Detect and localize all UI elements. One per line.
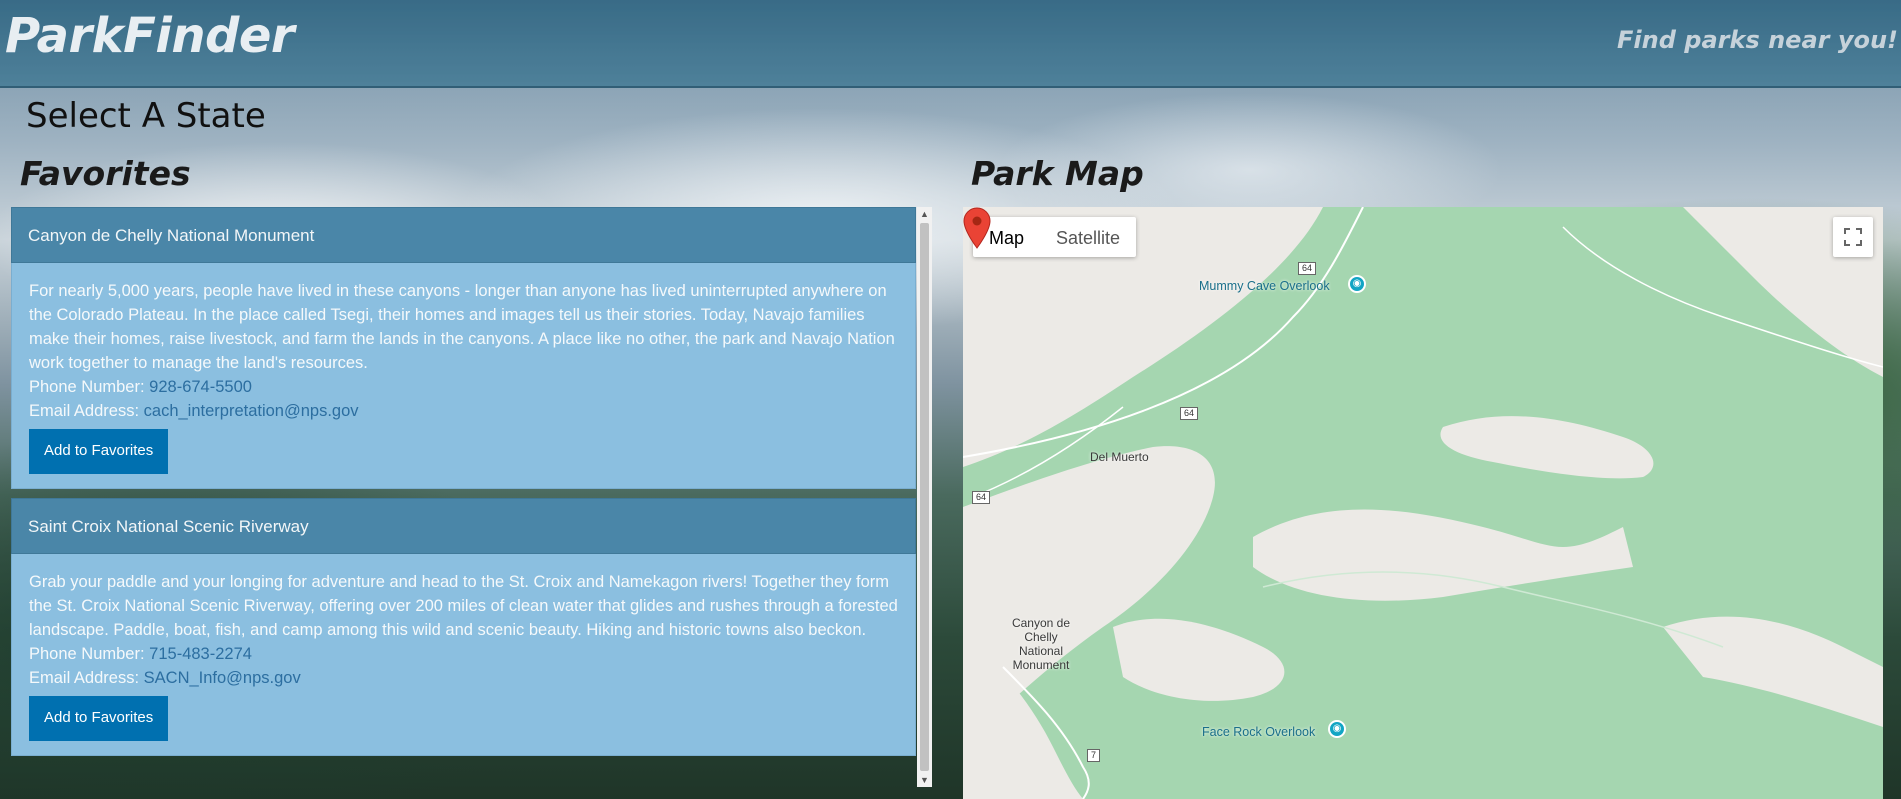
map-terrain	[963, 207, 1883, 799]
park-card-body: For nearly 5,000 years, people have live…	[11, 263, 916, 489]
park-email-row: Email Address: cach_interpretation@nps.g…	[29, 399, 899, 423]
road-shield: 64	[972, 491, 991, 504]
park-card: Canyon de Chelly National Monument For n…	[11, 207, 916, 489]
fullscreen-icon	[1844, 228, 1862, 246]
park-card-title[interactable]: Canyon de Chelly National Monument	[11, 207, 916, 263]
add-to-favorites-button[interactable]: Add to Favorites	[29, 429, 169, 474]
phone-link[interactable]: 928-674-5500	[149, 378, 252, 396]
favorites-scrollbar[interactable]: ▲ ▼	[917, 207, 932, 787]
email-link[interactable]: SACN_Info@nps.gov	[144, 669, 301, 687]
brand-logo[interactable]: ParkFinder	[5, 8, 295, 64]
camera-icon[interactable]: ◉	[1328, 720, 1346, 738]
site-header: ParkFinder Find parks near you!	[0, 0, 1901, 88]
park-description: For nearly 5,000 years, people have live…	[29, 282, 895, 372]
park-phone-row: Phone Number: 928-674-5500	[29, 375, 899, 399]
park-card-body: Grab your paddle and your longing for ad…	[11, 554, 916, 756]
park-description: Grab your paddle and your longing for ad…	[29, 573, 898, 639]
park-card: Saint Croix National Scenic Riverway Gra…	[11, 498, 916, 756]
poi-label[interactable]: Face Rock Overlook	[1202, 725, 1315, 739]
phone-link[interactable]: 715-483-2274	[149, 645, 252, 663]
tagline: Find parks near you!	[1617, 26, 1898, 54]
camera-icon[interactable]: ◉	[1348, 275, 1366, 293]
favorites-list[interactable]: Canyon de Chelly National Monument For n…	[11, 207, 933, 787]
road-shield: 7	[1087, 749, 1101, 762]
scroll-down-icon[interactable]: ▼	[920, 775, 929, 785]
park-card-title[interactable]: Saint Croix National Scenic Riverway	[11, 498, 916, 554]
select-state-dropdown[interactable]: Select A State	[26, 96, 266, 136]
place-label: Canyon de Chelly National Monument	[1011, 616, 1071, 672]
email-label: Email Address:	[29, 402, 140, 420]
favorites-title: Favorites	[20, 154, 191, 193]
fullscreen-button[interactable]	[1833, 217, 1873, 257]
add-to-favorites-button[interactable]: Add to Favorites	[29, 696, 169, 741]
road-shield: 64	[1298, 262, 1317, 275]
scroll-up-icon[interactable]: ▲	[920, 209, 929, 219]
map-type-control: Map Satellite	[973, 217, 1137, 257]
park-phone-row: Phone Number: 715-483-2274	[29, 642, 899, 666]
phone-label: Phone Number:	[29, 378, 145, 396]
scrollbar-thumb[interactable]	[920, 223, 929, 771]
poi-label[interactable]: Mummy Cave Overlook	[1199, 279, 1330, 293]
place-label: Del Muerto	[1090, 450, 1149, 464]
email-label: Email Address:	[29, 669, 140, 687]
park-map-title: Park Map	[971, 154, 1144, 193]
location-pin-icon[interactable]	[963, 207, 991, 249]
phone-label: Phone Number:	[29, 645, 145, 663]
park-map[interactable]: Map Satellite 64 Mummy Cave Overlook ◉ 6…	[963, 207, 1883, 799]
road-shield: 64	[1180, 407, 1199, 420]
map-type-satellite[interactable]: Satellite	[1040, 217, 1136, 257]
park-email-row: Email Address: SACN_Info@nps.gov	[29, 666, 899, 690]
email-link[interactable]: cach_interpretation@nps.gov	[144, 402, 359, 420]
